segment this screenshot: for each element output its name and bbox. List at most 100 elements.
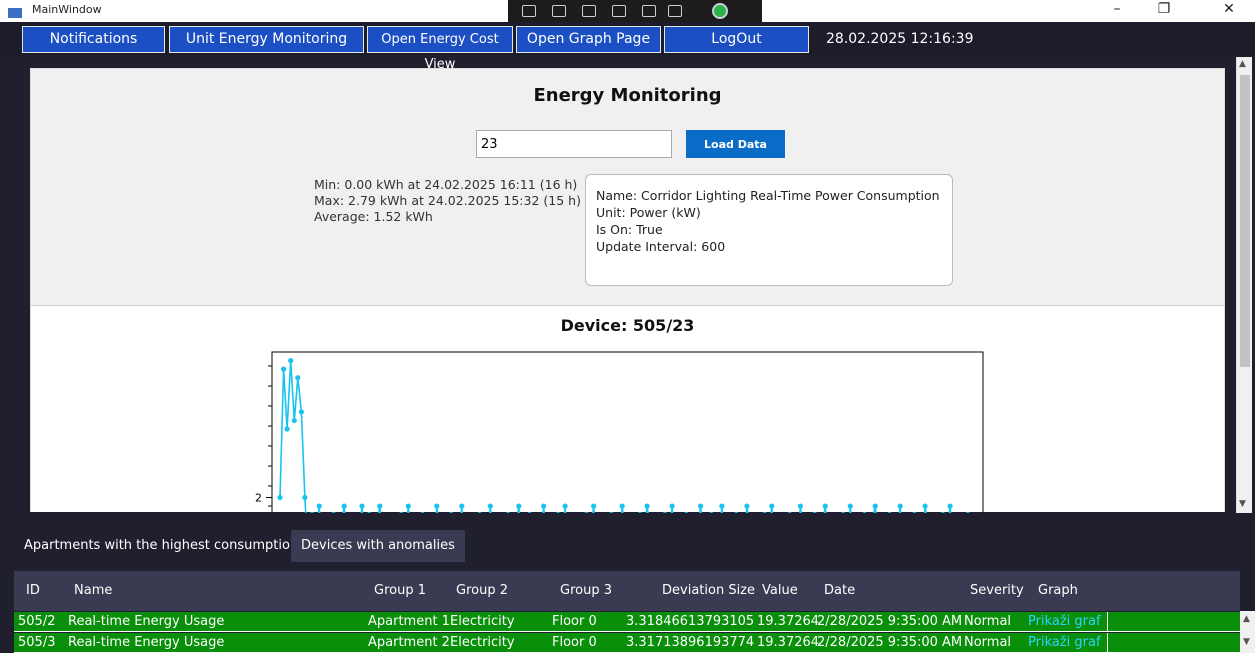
cell-date: 2/28/2025 9:35:00 AM: [817, 635, 963, 650]
average-stat: Average: 1.52 kWh: [314, 209, 433, 224]
col-value[interactable]: Value: [762, 583, 798, 598]
data-point: [912, 512, 917, 513]
cell-group2: Electricity: [450, 614, 515, 629]
col-graph[interactable]: Graph: [1038, 583, 1078, 598]
show-graph-link[interactable]: Prikaži graf: [1028, 614, 1101, 629]
unit-energy-monitoring-button[interactable]: Unit Energy Monitoring: [169, 26, 364, 53]
data-point: [637, 512, 643, 513]
col-name[interactable]: Name: [74, 583, 112, 598]
data-point: [310, 512, 315, 513]
bottom-tabs: Apartments with the highest consumption …: [0, 518, 1255, 568]
audio-icon[interactable]: [642, 5, 656, 17]
maximize-button[interactable]: ❐: [1149, 1, 1179, 17]
open-energy-cost-view-button[interactable]: Open Energy Cost View: [367, 26, 513, 72]
col-date[interactable]: Date: [824, 583, 855, 598]
consumption-stats: Min: 0.00 kWh at 24.02.2025 16:11 (16 h)…: [314, 177, 581, 225]
load-data-button[interactable]: Load Data: [686, 130, 785, 158]
minimize-button[interactable]: –: [1102, 1, 1132, 17]
data-point: [709, 512, 714, 513]
data-point: [947, 503, 953, 509]
col-group3[interactable]: Group 3: [560, 583, 612, 598]
scrollbar-thumb[interactable]: [1240, 75, 1250, 367]
data-point: [477, 512, 482, 513]
device-chart-card: Device: 505/23 2: [31, 305, 1224, 513]
data-point: [847, 503, 853, 509]
data-point: [367, 512, 372, 513]
cell-group1: Apartment 2: [368, 635, 450, 650]
data-point: [822, 503, 828, 509]
window-icon[interactable]: [552, 5, 566, 17]
logout-button[interactable]: LogOut: [664, 26, 809, 53]
open-graph-page-button[interactable]: Open Graph Page: [516, 26, 661, 53]
device-update-interval: Update Interval: 600: [596, 239, 726, 254]
data-point: [787, 512, 792, 513]
data-point: [506, 512, 511, 513]
table-scroll-down-icon[interactable]: ▼: [1243, 637, 1250, 647]
cell-group1: Apartment 1: [368, 614, 450, 629]
scroll-up-icon[interactable]: ▲: [1239, 59, 1246, 69]
notifications-button[interactable]: Notifications: [22, 26, 165, 53]
tab-devices-with-anomalies[interactable]: Devices with anomalies: [291, 530, 465, 562]
col-severity[interactable]: Severity: [970, 583, 1024, 598]
data-point: [922, 503, 928, 509]
data-point: [405, 503, 411, 509]
data-point: [719, 503, 725, 509]
window-titlebar: MainWindow – ❐ ✕: [0, 0, 1255, 22]
data-point: [291, 417, 297, 424]
data-point: [965, 512, 970, 513]
cell-deviation-size: 3.31713896193774: [626, 635, 755, 650]
cell-name: Real-time Energy Usage: [68, 635, 225, 650]
data-point: [555, 512, 561, 513]
max-stat: Max: 2.79 kWh at 24.02.2025 15:32 (15 h): [314, 193, 581, 208]
cell-id: 505/3: [18, 635, 56, 650]
energy-monitoring-panel: Energy Monitoring Load Data Min: 0.00 kW…: [30, 68, 1225, 513]
cell-name: Real-time Energy Usage: [68, 614, 225, 629]
data-point: [872, 503, 878, 509]
table-scroll-up-icon[interactable]: ▲: [1243, 614, 1250, 624]
device-is-on: Is On: True: [596, 222, 663, 237]
anomalies-table-header: ID Name Group 1 Group 2 Group 3 Deviatio…: [14, 571, 1240, 611]
col-id[interactable]: ID: [26, 583, 40, 598]
data-point: [841, 512, 846, 513]
data-point: [295, 375, 301, 381]
data-point: [281, 366, 287, 372]
tab-highest-consumption[interactable]: Apartments with the highest consumption: [14, 530, 308, 562]
data-point: [316, 503, 322, 509]
col-group1[interactable]: Group 1: [374, 583, 426, 598]
show-graph-link[interactable]: Prikaži graf: [1028, 635, 1101, 650]
data-point: [527, 512, 532, 513]
screen-recorder-overlay: [508, 0, 762, 22]
min-stat: Min: 0.00 kWh at 24.02.2025 16:11 (16 h): [314, 177, 578, 192]
data-point: [359, 503, 365, 509]
table-row[interactable]: 505/3 Real-time Energy Usage Apartment 2…: [14, 633, 1240, 653]
camera-icon[interactable]: [668, 5, 682, 17]
data-point: [284, 426, 290, 432]
data-point: [341, 503, 347, 509]
pointer-icon[interactable]: [582, 5, 596, 17]
table-row[interactable]: 505/2 Real-time Energy Usage Apartment 1…: [14, 612, 1240, 632]
scroll-down-icon[interactable]: ▼: [1239, 499, 1246, 509]
check-icon[interactable]: [712, 3, 728, 19]
region-icon[interactable]: [612, 5, 626, 17]
cell-value: 19.37264: [757, 635, 820, 650]
cell-severity: Normal: [964, 635, 1012, 650]
plot-frame: [271, 351, 984, 513]
page-scrollbar[interactable]: ▲ ▼: [1236, 57, 1252, 513]
capture-icon[interactable]: [522, 5, 536, 17]
table-scrollbar[interactable]: ▲ ▼: [1240, 611, 1255, 653]
data-point: [591, 503, 597, 509]
device-unit: Unit: Power (kW): [596, 205, 701, 220]
consumption-chart: 2: [255, 351, 984, 513]
data-point: [516, 503, 522, 509]
col-deviation-size[interactable]: Deviation Size: [662, 583, 755, 598]
data-point: [734, 512, 739, 513]
data-point: [744, 503, 750, 509]
device-info-box: Name: Corridor Lighting Real-Time Power …: [585, 174, 953, 286]
data-point: [762, 512, 767, 513]
data-point: [562, 503, 568, 509]
device-id-input[interactable]: [476, 130, 672, 158]
col-group2[interactable]: Group 2: [456, 583, 508, 598]
data-point: [331, 512, 336, 513]
close-button[interactable]: ✕: [1214, 1, 1244, 17]
data-point: [288, 358, 294, 364]
